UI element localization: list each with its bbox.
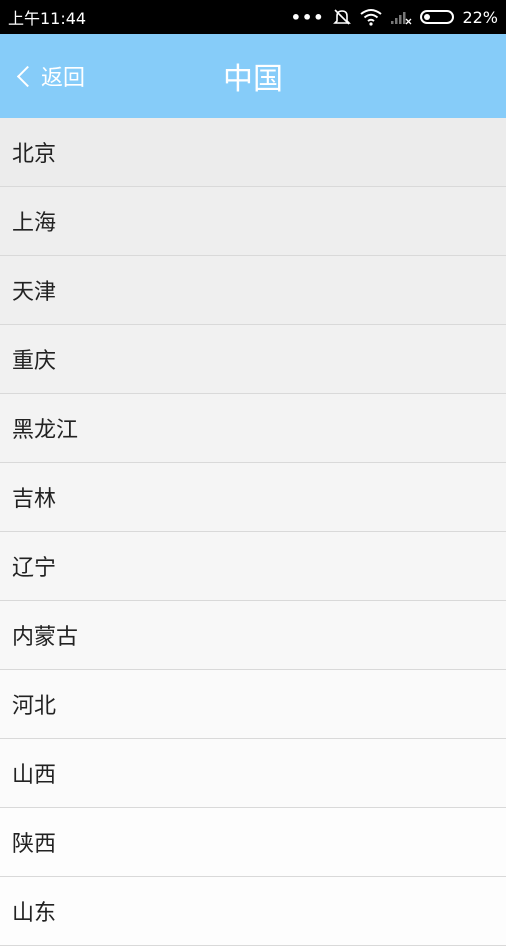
list-item[interactable]: 黑龙江 bbox=[0, 394, 506, 463]
status-time: 上午11:44 bbox=[8, 9, 87, 28]
status-bar: 上午11:44 ••• 22% bbox=[0, 0, 506, 34]
list-item[interactable]: 内蒙古 bbox=[0, 601, 506, 670]
battery-icon bbox=[420, 10, 455, 24]
list-item-label: 吉林 bbox=[12, 487, 57, 512]
list-item[interactable]: 山西 bbox=[0, 739, 506, 808]
list-item-label: 天津 bbox=[12, 280, 57, 305]
wifi-icon bbox=[360, 8, 383, 26]
list-item-label: 河北 bbox=[12, 694, 57, 719]
list-item-label: 北京 bbox=[12, 142, 57, 167]
list-item-label: 山西 bbox=[12, 763, 57, 788]
list-item[interactable]: 上海 bbox=[0, 187, 506, 256]
signal-icon bbox=[390, 9, 412, 25]
more-dots-icon: ••• bbox=[290, 7, 325, 27]
list-item-label: 辽宁 bbox=[12, 556, 57, 581]
app-header: 返回 中国 bbox=[0, 34, 506, 118]
list-item[interactable]: 陕西 bbox=[0, 808, 506, 877]
mute-icon bbox=[332, 8, 352, 26]
list-item-label: 黑龙江 bbox=[12, 418, 79, 443]
list-item[interactable]: 北京 bbox=[0, 118, 506, 187]
list-item-label: 陕西 bbox=[12, 832, 57, 857]
chevron-left-icon bbox=[16, 65, 39, 87]
list-item[interactable]: 辽宁 bbox=[0, 532, 506, 601]
list-item[interactable]: 重庆 bbox=[0, 325, 506, 394]
list-item[interactable]: 河北 bbox=[0, 670, 506, 739]
list-item-label: 重庆 bbox=[12, 349, 57, 374]
list-item-label: 上海 bbox=[12, 211, 57, 236]
list-item[interactable]: 吉林 bbox=[0, 463, 506, 532]
list-item-label: 内蒙古 bbox=[12, 625, 79, 650]
back-label: 返回 bbox=[41, 66, 86, 91]
list-item[interactable]: 山东 bbox=[0, 877, 506, 946]
list-item[interactable]: 天津 bbox=[0, 256, 506, 325]
battery-percent: 22% bbox=[462, 7, 498, 27]
back-button[interactable]: 返回 bbox=[14, 34, 85, 118]
region-list: 北京上海天津重庆黑龙江吉林辽宁内蒙古河北山西陕西山东 bbox=[0, 118, 506, 946]
